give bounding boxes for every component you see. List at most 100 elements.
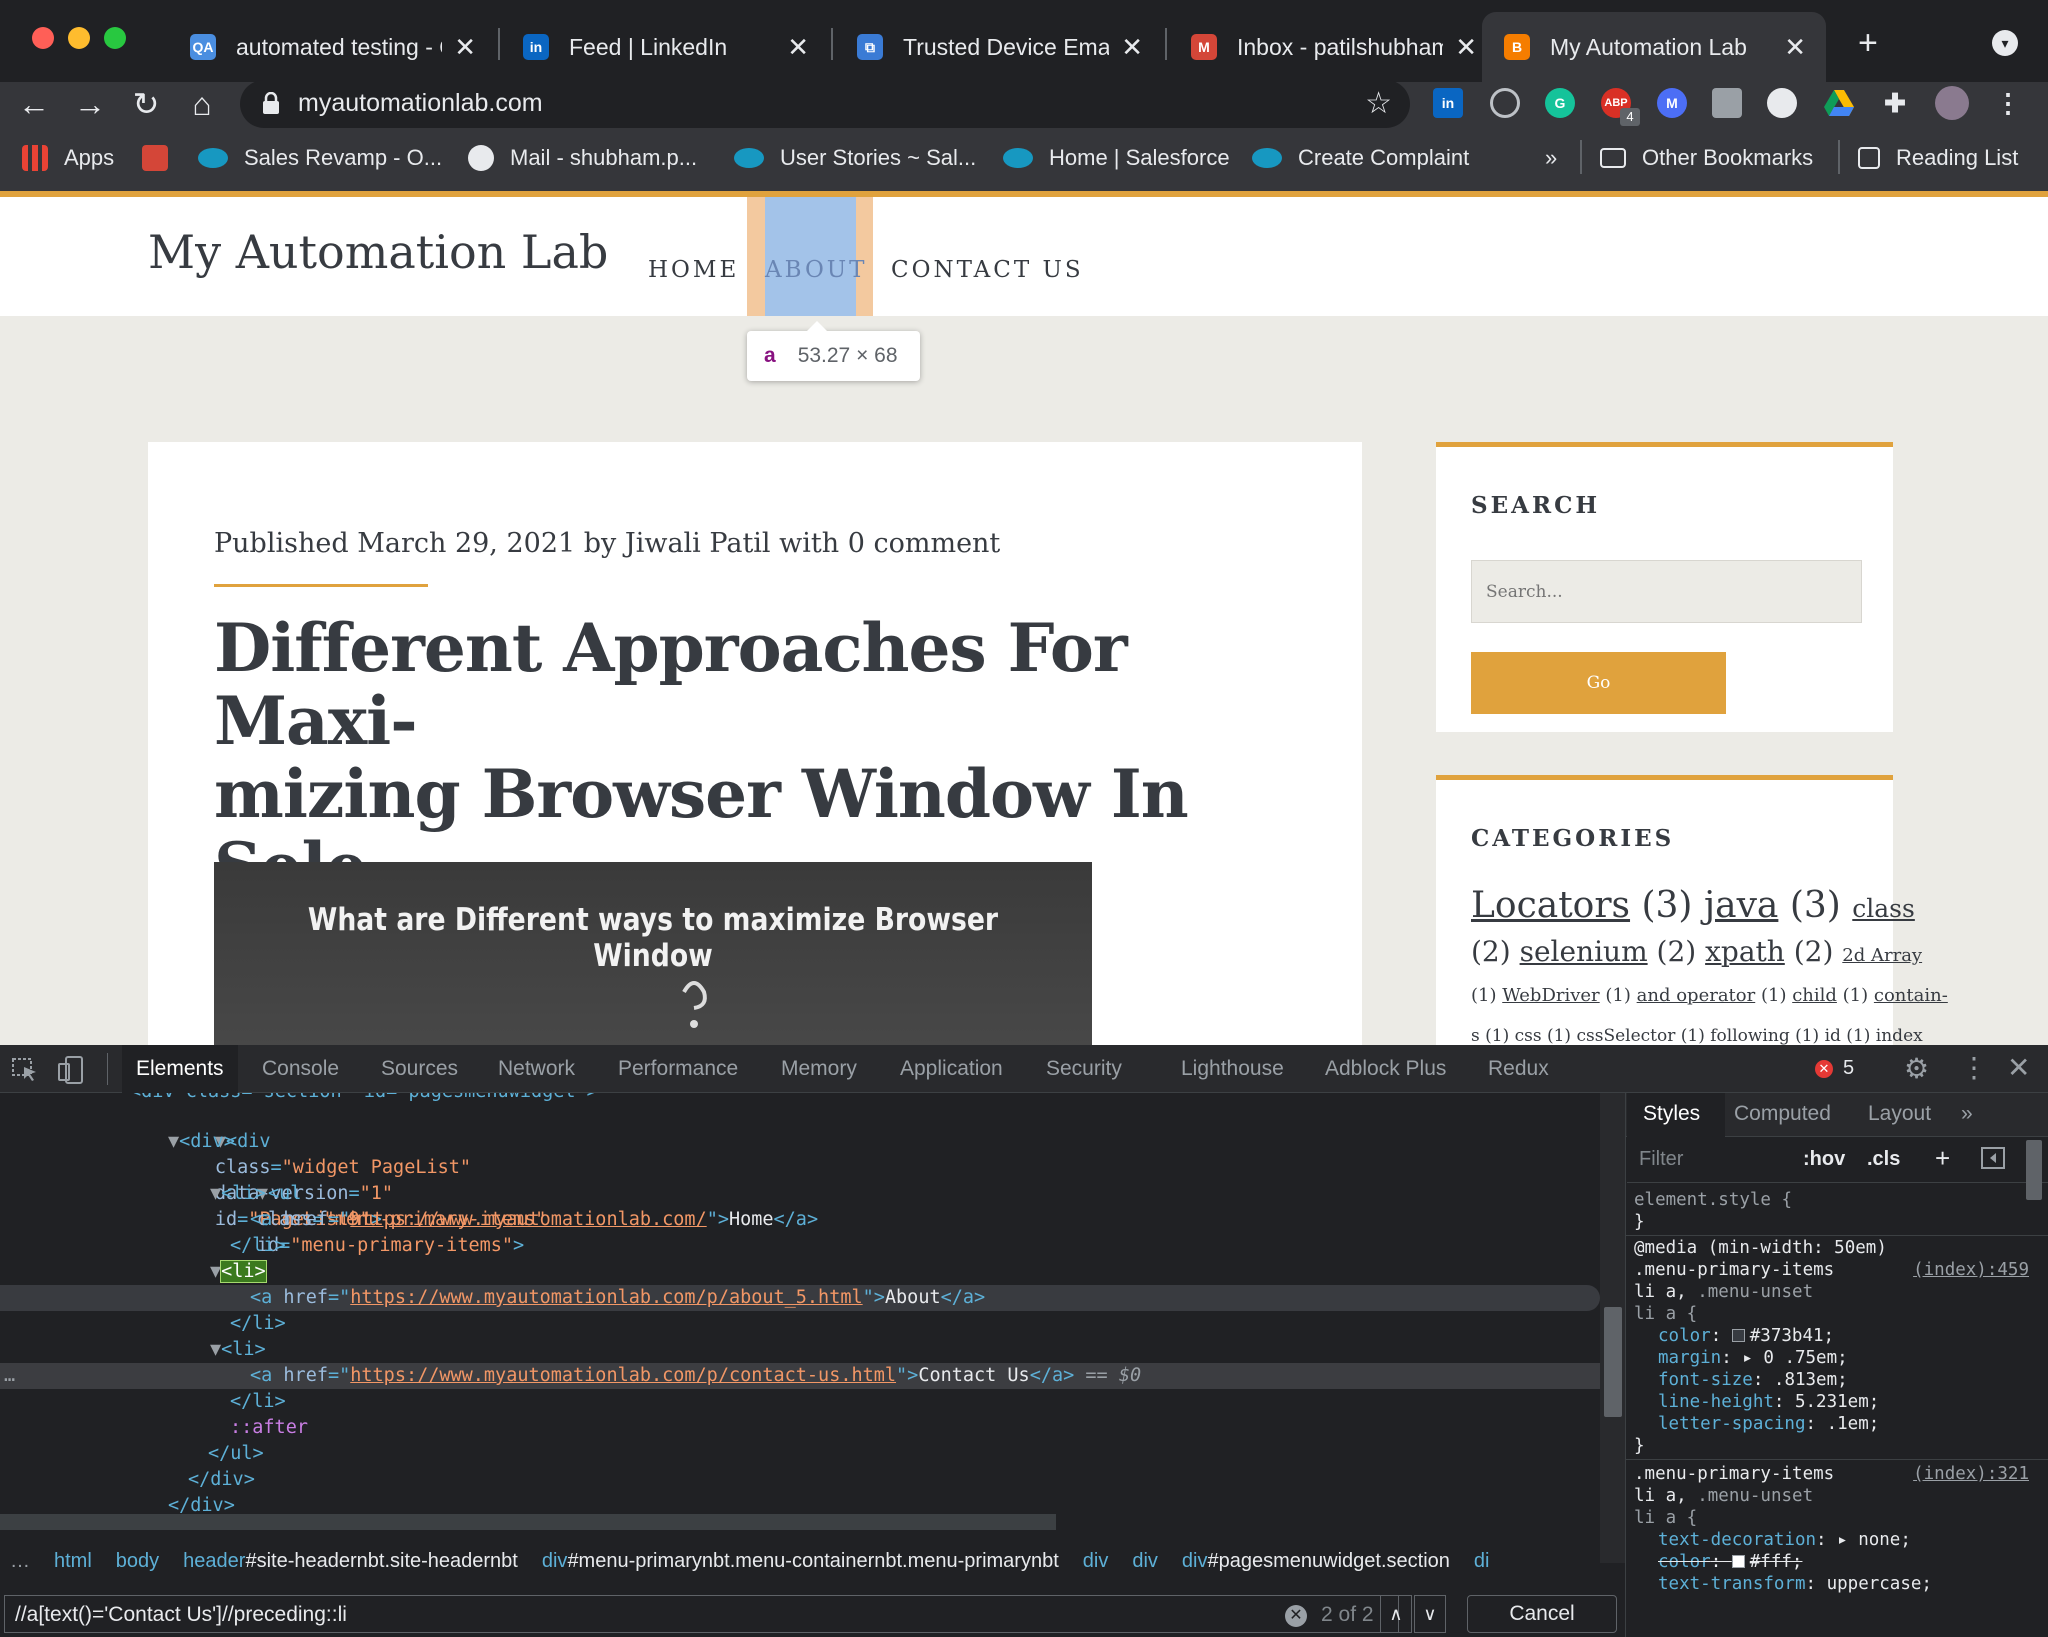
expand-triangle-icon[interactable]: ▼ bbox=[210, 1261, 221, 1282]
devtools-tab-network[interactable]: Network bbox=[498, 1057, 575, 1081]
search-go-button[interactable]: Go bbox=[1471, 652, 1726, 714]
expand-triangle-icon[interactable]: ▼ bbox=[168, 1131, 179, 1152]
new-style-rule-icon[interactable]: + bbox=[1935, 1143, 1950, 1174]
tag-link-java[interactable]: java bbox=[1704, 885, 1778, 926]
search-cancel-button[interactable]: Cancel bbox=[1467, 1595, 1617, 1633]
dom-line-a-home[interactable]: <a href="https://www.myautomationlab.com… bbox=[250, 1207, 818, 1233]
nav-home[interactable]: HOME bbox=[648, 257, 739, 283]
breadcrumb-item[interactable]: div bbox=[1132, 1550, 1158, 1573]
devtools-tab-redux[interactable]: Redux bbox=[1488, 1057, 1549, 1081]
color-swatch-icon[interactable] bbox=[1731, 1555, 1745, 1568]
linkedin-extension-icon[interactable]: in bbox=[1433, 88, 1463, 118]
css-declaration[interactable]: letter-spacing: .1em; bbox=[1658, 1413, 1879, 1435]
dom-search-field[interactable]: //a[text()='Contact Us']//preceding::li … bbox=[4, 1595, 1399, 1633]
devtools-tab-sources[interactable]: Sources bbox=[381, 1057, 458, 1081]
dom-horizontal-scrollbar[interactable] bbox=[0, 1514, 1056, 1530]
dom-line-ul[interactable]: ▼<ul class="menu-primary-items" id="menu… bbox=[190, 1155, 547, 1256]
source-link[interactable]: (index):321 bbox=[1913, 1463, 2029, 1485]
close-tab-icon[interactable]: ✕ bbox=[1121, 32, 1143, 63]
dom-line-li[interactable]: ▼<li> bbox=[210, 1181, 266, 1207]
css-declaration[interactable]: text-transform: uppercase; bbox=[1658, 1573, 1932, 1595]
source-link[interactable]: (index):459 bbox=[1913, 1259, 2029, 1281]
new-tab-button[interactable]: + bbox=[1858, 24, 1878, 63]
dom-line-pagelist[interactable]: ▼<div class="widget PageList" data-versi… bbox=[148, 1103, 471, 1230]
clear-search-icon[interactable]: ✕ bbox=[1285, 1605, 1307, 1627]
m-extension-icon[interactable]: M bbox=[1657, 88, 1687, 118]
zoom-window-icon[interactable] bbox=[104, 27, 126, 49]
dom-line-li-search-match[interactable]: ▼<li> bbox=[210, 1259, 267, 1285]
target-extension-icon[interactable] bbox=[1490, 88, 1520, 118]
dom-more-icon[interactable]: … bbox=[4, 1363, 15, 1389]
close-window-icon[interactable] bbox=[32, 27, 54, 49]
dom-line-a-about[interactable]: <a href="https://www.myautomationlab.com… bbox=[0, 1285, 1600, 1311]
css-declaration[interactable]: text-decoration: ▸ none; bbox=[1658, 1529, 1911, 1551]
extensions-puzzle-icon[interactable]: ✚ bbox=[1880, 88, 1910, 118]
dom-line-li[interactable]: ▼<li> bbox=[210, 1337, 266, 1363]
forward-button[interactable]: → bbox=[72, 86, 108, 122]
css-declaration[interactable]: font-size: .813em; bbox=[1658, 1369, 1848, 1391]
search-input[interactable] bbox=[1471, 560, 1862, 623]
tag-link-xpath[interactable]: xpath bbox=[1705, 935, 1785, 968]
devtools-tab-console[interactable]: Console bbox=[262, 1057, 339, 1081]
settings-gear-icon[interactable]: ⚙ bbox=[1904, 1052, 1929, 1085]
breadcrumb-item[interactable]: div bbox=[1083, 1550, 1109, 1573]
tab-search-icon[interactable]: ▾ bbox=[1992, 30, 2018, 56]
tag-line-4[interactable]: s (1) css (1) cssSelector (1) following … bbox=[1471, 1026, 1923, 1045]
tag-link-and-operator[interactable]: and operator bbox=[1637, 985, 1756, 1006]
dom-line-li-close[interactable]: </li> bbox=[230, 1389, 286, 1415]
dom-line-li-close[interactable]: </li> bbox=[230, 1233, 286, 1259]
devtools-tab-performance[interactable]: Performance bbox=[618, 1057, 738, 1081]
dom-line-li-close[interactable]: </li> bbox=[230, 1311, 286, 1337]
dom-link-contact[interactable]: https://www.myautomationlab.com/p/contac… bbox=[350, 1365, 896, 1386]
search-next-button[interactable]: ∨ bbox=[1414, 1595, 1446, 1633]
tab-styles[interactable]: Styles bbox=[1643, 1102, 1700, 1126]
more-tabs-button[interactable]: » bbox=[1961, 1102, 1973, 1126]
address-bar[interactable]: myautomationlab.com ☆ bbox=[240, 80, 1410, 128]
home-button[interactable]: ⌂ bbox=[184, 86, 220, 122]
nav-about[interactable]: ABOUT bbox=[765, 257, 868, 283]
other-bookmarks[interactable]: Other Bookmarks bbox=[1600, 142, 1813, 174]
dom-link-about[interactable]: https://www.myautomationlab.com/p/about_… bbox=[350, 1287, 862, 1308]
record-extension-icon[interactable] bbox=[1767, 88, 1797, 118]
rule-selector[interactable]: .menu-primary-items (index):459 bbox=[1634, 1259, 2041, 1281]
styles-filter-input[interactable]: Filter bbox=[1639, 1148, 1683, 1171]
devtools-tab-adblock-plus[interactable]: Adblock Plus bbox=[1325, 1057, 1446, 1081]
post-featured-image[interactable]: What are Different ways to maximize Brow… bbox=[214, 862, 1092, 1045]
bookmark-star-icon[interactable]: ☆ bbox=[1365, 86, 1392, 121]
tag-link-webdriver[interactable]: WebDriver bbox=[1502, 985, 1599, 1006]
tag-link-child[interactable]: child bbox=[1792, 985, 1837, 1006]
color-swatch-icon[interactable] bbox=[1731, 1329, 1745, 1342]
css-declaration[interactable]: color: #fff; bbox=[1658, 1551, 1802, 1573]
css-declaration[interactable]: line-height: 5.231em; bbox=[1658, 1391, 1879, 1413]
dom-link-home[interactable]: https://www.myautomationlab.com/ bbox=[350, 1209, 706, 1230]
bookmark-item[interactable]: Home | Salesforce bbox=[1003, 142, 1230, 174]
bookmarks-overflow-button[interactable]: » bbox=[1545, 142, 1557, 174]
dom-line-ul-close[interactable]: </ul> bbox=[208, 1441, 264, 1467]
expand-triangle-icon[interactable]: ▼ bbox=[210, 1183, 221, 1204]
devtools-tab-application[interactable]: Application bbox=[900, 1057, 1003, 1081]
dom-scrollbar[interactable] bbox=[1600, 1093, 1628, 1563]
class-toggle[interactable]: .cls bbox=[1867, 1148, 1900, 1171]
reading-list[interactable]: Reading List bbox=[1858, 142, 2018, 174]
close-tab-icon[interactable]: ✕ bbox=[1455, 32, 1477, 63]
styles-scrollbar[interactable] bbox=[2020, 1140, 2048, 1230]
error-count-badge[interactable]: ✕ 5 bbox=[1815, 1057, 1854, 1080]
browser-tab[interactable]: B My Automation Lab ✕ bbox=[1482, 12, 1826, 82]
bookmark-item[interactable]: Apps bbox=[22, 142, 114, 174]
search-previous-button[interactable]: ∧ bbox=[1380, 1595, 1412, 1633]
css-declaration[interactable]: margin: ▸ 0 .75em; bbox=[1658, 1347, 1848, 1369]
css-declaration[interactable]: color: #373b41; bbox=[1658, 1325, 1834, 1347]
dom-line-after[interactable]: ::after bbox=[230, 1415, 308, 1441]
expand-triangle-icon[interactable]: ▼ bbox=[210, 1339, 221, 1360]
styles-scrollbar-thumb[interactable] bbox=[2026, 1140, 2042, 1200]
tag-link-class[interactable]: class bbox=[1852, 894, 1915, 923]
rule-selector[interactable]: .menu-primary-items (index):321 bbox=[1634, 1463, 2041, 1485]
tag-link-selenium[interactable]: selenium bbox=[1520, 935, 1648, 968]
element-style-rule[interactable]: element.style { bbox=[1634, 1189, 1792, 1211]
devtools-tab-memory[interactable]: Memory bbox=[781, 1057, 857, 1081]
dom-line-a-contact-selected[interactable]: … <a href="https://www.myautomationlab.co… bbox=[0, 1363, 1600, 1389]
dom-line-div[interactable]: ▼<div> bbox=[168, 1129, 235, 1155]
devtools-tab-lighthouse[interactable]: Lighthouse bbox=[1181, 1057, 1284, 1081]
toggle-sidebar-icon[interactable] bbox=[1981, 1147, 2005, 1169]
browser-tab[interactable]: ⧉ Trusted Device Email S ✕ bbox=[835, 12, 1163, 82]
